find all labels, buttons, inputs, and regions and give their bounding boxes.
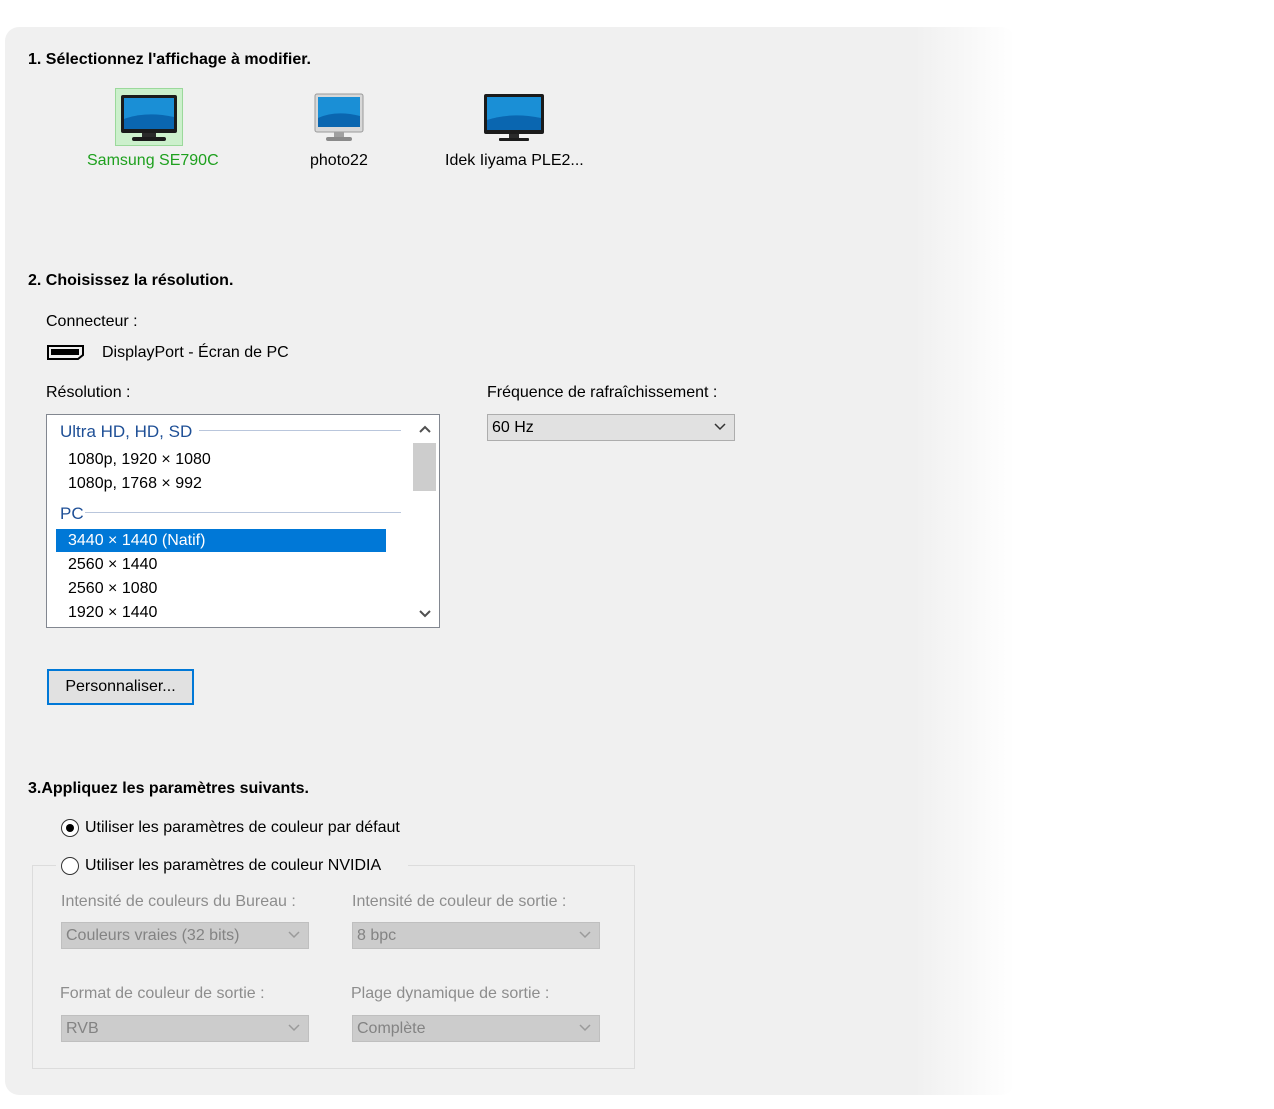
desktop-depth-value: Couleurs vraies (32 bits) bbox=[66, 927, 240, 944]
output-format-dropdown[interactable]: RVB bbox=[61, 1015, 309, 1042]
list-item[interactable]: 1080p, 1768 × 992 bbox=[56, 472, 386, 495]
monitor-icon bbox=[121, 95, 177, 141]
monitor-icon bbox=[484, 94, 544, 141]
listbox-scrollbar[interactable] bbox=[412, 415, 439, 627]
scroll-thumb[interactable] bbox=[413, 443, 436, 491]
radio-nvidia-label[interactable]: Utiliser les paramètres de couleur NVIDI… bbox=[85, 857, 381, 875]
list-item[interactable]: 1920 × 1440 bbox=[56, 601, 386, 624]
section3-heading: 3.Appliquez les paramètres suivants. bbox=[28, 780, 309, 797]
group-divider bbox=[85, 512, 401, 513]
dynamic-range-label: Plage dynamique de sortie : bbox=[351, 985, 550, 1002]
chevron-down-icon bbox=[714, 423, 726, 431]
monitor-icon bbox=[314, 93, 364, 141]
monitor-tile-photo22[interactable] bbox=[306, 88, 374, 146]
output-format-value: RVB bbox=[66, 1020, 99, 1037]
section1-heading: 1. Sélectionnez l'affichage à modifier. bbox=[28, 51, 311, 68]
monitor-name-photo22[interactable]: photo22 bbox=[310, 152, 368, 170]
displayport-icon bbox=[47, 345, 84, 360]
chevron-down-icon[interactable] bbox=[419, 607, 431, 619]
monitor-tile-samsung[interactable] bbox=[115, 88, 183, 146]
section2-heading: 2. Choisissez la résolution. bbox=[28, 272, 234, 289]
radio-default-colors[interactable] bbox=[61, 819, 79, 837]
refresh-rate-dropdown[interactable]: 60 Hz bbox=[487, 414, 735, 441]
resolution-label: Résolution : bbox=[46, 384, 131, 401]
output-format-label: Format de couleur de sortie : bbox=[60, 985, 265, 1002]
radio-selected-dot bbox=[66, 824, 74, 832]
customize-button[interactable]: Personnaliser... bbox=[47, 669, 194, 705]
chevron-down-icon bbox=[579, 931, 591, 939]
chevron-up-icon[interactable] bbox=[419, 424, 431, 436]
list-item[interactable]: 1080p, 1920 × 1080 bbox=[56, 448, 386, 471]
output-depth-value: 8 bpc bbox=[357, 927, 397, 944]
output-depth-label: Intensité de couleur de sortie : bbox=[352, 893, 567, 910]
monitor-name-iiyama[interactable]: Idek Iiyama PLE2... bbox=[445, 152, 584, 170]
connector-label: Connecteur : bbox=[46, 313, 138, 330]
list-item[interactable]: 2560 × 1080 bbox=[56, 577, 386, 600]
monitor-name-samsung[interactable]: Samsung SE790C bbox=[87, 152, 219, 170]
refresh-rate-value: 60 Hz bbox=[492, 419, 534, 436]
chevron-down-icon bbox=[288, 1024, 300, 1032]
refresh-rate-label: Fréquence de rafraîchissement : bbox=[487, 384, 718, 401]
dynamic-range-dropdown[interactable]: Complète bbox=[352, 1015, 600, 1042]
desktop-depth-label: Intensité de couleurs du Bureau : bbox=[61, 893, 296, 910]
group-header-pc: PC bbox=[60, 504, 84, 523]
output-depth-dropdown[interactable]: 8 bpc bbox=[352, 922, 600, 949]
radio-default-label[interactable]: Utiliser les paramètres de couleur par d… bbox=[85, 819, 400, 837]
radio-nvidia-colors[interactable] bbox=[61, 857, 79, 875]
list-item-selected[interactable]: 3440 × 1440 (Natif) bbox=[56, 529, 386, 552]
chevron-down-icon bbox=[288, 931, 300, 939]
dynamic-range-value: Complète bbox=[357, 1020, 426, 1037]
connector-value: DisplayPort - Écran de PC bbox=[102, 344, 289, 361]
desktop-depth-dropdown[interactable]: Couleurs vraies (32 bits) bbox=[61, 922, 309, 949]
resolution-listbox[interactable]: Ultra HD, HD, SD 1080p, 1920 × 1080 1080… bbox=[46, 414, 440, 628]
chevron-down-icon bbox=[579, 1024, 591, 1032]
list-item[interactable]: 2560 × 1440 bbox=[56, 553, 386, 576]
monitor-tile-iiyama[interactable] bbox=[481, 88, 549, 146]
group-divider bbox=[199, 430, 401, 431]
group-header-uhd: Ultra HD, HD, SD bbox=[60, 422, 193, 441]
